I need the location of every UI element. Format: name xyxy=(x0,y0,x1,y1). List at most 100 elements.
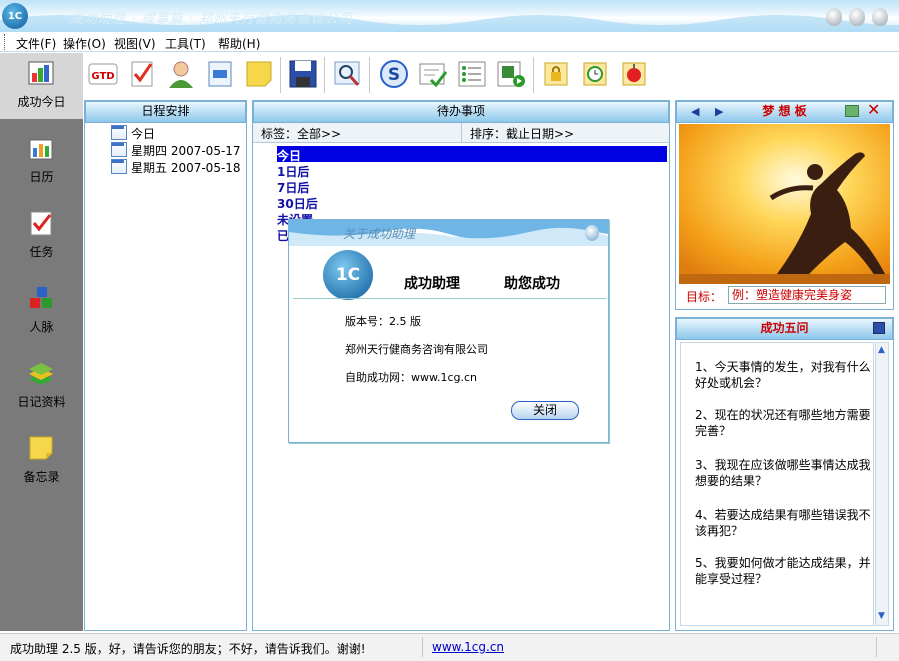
search-button[interactable] xyxy=(332,58,364,90)
questions-scrollbar[interactable]: ▲ ▼ xyxy=(875,342,889,626)
close-icon[interactable]: ✕ xyxy=(867,101,880,119)
about-dialog: 关于成功助理 1C 成功助理 助您成功 版本号：2.5 版 郑州天行健商务咨询有… xyxy=(288,219,609,443)
todo-filter-bar: 标签：全部>> 排序：截止日期>> xyxy=(253,123,669,143)
nav-label: 人脉 xyxy=(29,320,54,334)
checklist-icon xyxy=(30,211,52,236)
success-button[interactable]: S xyxy=(378,58,410,90)
minimize-button[interactable] xyxy=(826,8,842,26)
calendar-icon xyxy=(29,139,53,160)
alarm-button[interactable] xyxy=(618,58,650,90)
task-check-icon xyxy=(131,61,153,87)
scroll-down-icon[interactable]: ▼ xyxy=(878,611,885,621)
goal-input[interactable]: 例：塑造健康完美身姿 xyxy=(728,286,886,304)
sticky-note-icon xyxy=(29,436,53,460)
todo-item[interactable]: 7日后 xyxy=(277,179,309,196)
contact-button[interactable] xyxy=(165,58,197,90)
todo-header: 待办事项 xyxy=(253,101,669,123)
dialog-title: 关于成功助理 xyxy=(343,227,416,241)
task-button[interactable] xyxy=(126,58,158,90)
schedule-item[interactable]: 星期四 2007-05-17 xyxy=(111,142,241,158)
form-check-icon xyxy=(419,63,448,88)
calendar-page-icon xyxy=(111,142,127,157)
export-icon xyxy=(497,61,525,87)
clock-icon xyxy=(583,62,607,86)
website-text: 自助成功网：www.1cg.cn xyxy=(345,371,478,384)
note-button[interactable] xyxy=(243,58,275,90)
dialog-close-icon[interactable] xyxy=(585,225,599,241)
dream-board-header: 梦 想 板 ◀ ▶ ✕ xyxy=(676,101,893,123)
calendar-page-icon xyxy=(111,125,127,140)
gtd-icon: GTD xyxy=(88,63,118,85)
company-text: 郑州天行健商务咨询有限公司 xyxy=(345,343,488,356)
document-button[interactable] xyxy=(204,58,236,90)
person-icon xyxy=(169,61,193,88)
note-icon xyxy=(246,61,272,87)
save-icon[interactable] xyxy=(873,322,885,334)
schedule-header: 日程安排 xyxy=(85,101,246,123)
title-bar: 1C 成功助理 · 成事篇 · 郑州天行健商务咨询公司 xyxy=(0,0,899,32)
dream-board-panel: 梦 想 板 ◀ ▶ ✕ 目标： 例：塑造健康完美身姿 xyxy=(675,100,894,310)
svg-text:S: S xyxy=(388,65,400,85)
question-item: 1、今天事情的发生，对我有什么好处或机会？ xyxy=(695,360,871,390)
scroll-up-icon[interactable]: ▲ xyxy=(878,345,885,355)
todo-item[interactable]: 1日后 xyxy=(277,163,309,180)
search-icon xyxy=(334,61,360,86)
clock-button[interactable] xyxy=(579,58,611,90)
blocks-icon xyxy=(30,287,52,308)
dream-image xyxy=(679,124,890,284)
menu-help[interactable]: 帮助(H) xyxy=(218,35,260,52)
website-link[interactable]: www.1cg.cn xyxy=(432,640,504,654)
sort-filter[interactable]: 排序：截止日期>> xyxy=(470,125,574,142)
gtd-button[interactable]: GTD xyxy=(87,58,119,90)
next-arrow-icon[interactable]: ▶ xyxy=(715,103,723,121)
tag-filter[interactable]: 标签：全部>> xyxy=(261,125,341,142)
maximize-button[interactable] xyxy=(849,8,865,26)
nav-tasks[interactable]: 任务 xyxy=(0,203,83,273)
nav-calendar[interactable]: 日历 xyxy=(0,128,83,198)
todo-selection xyxy=(277,146,667,162)
five-questions-panel: 成功五问 1、今天事情的发生，对我有什么好处或机会？ 2、现在的状况还有哪些地方… xyxy=(675,317,894,631)
nav-memo[interactable]: 备忘录 xyxy=(0,428,83,498)
status-bar: 成功助理 2.5 版，好，请告诉您的朋友；不好，请告诉我们。谢谢! www.1c… xyxy=(0,633,899,661)
export-button[interactable] xyxy=(495,58,527,90)
question-item: 5、我要如何做才能达成结果，并能享受过程？ xyxy=(695,556,871,586)
nav-diary[interactable]: 日记资料 xyxy=(0,353,83,423)
save-icon xyxy=(289,60,317,88)
nav-contacts[interactable]: 人脉 xyxy=(0,278,83,348)
schedule-item-today[interactable]: 今日 xyxy=(111,125,155,141)
chart-board-icon xyxy=(28,61,54,85)
close-button[interactable]: 关闭 xyxy=(511,401,579,420)
list-icon xyxy=(458,61,486,87)
version-text: 版本号：2.5 版 xyxy=(345,315,421,328)
menu-bar: 文件(F) 操作(O) 视图(V) 工具(T) 帮助(H) xyxy=(0,32,899,52)
nav-label: 备忘录 xyxy=(23,470,60,484)
menu-view[interactable]: 视图(V) xyxy=(114,35,156,52)
menu-operate[interactable]: 操作(O) xyxy=(63,35,106,52)
close-window-button[interactable] xyxy=(872,8,888,26)
dialog-divider xyxy=(293,298,606,299)
previous-arrow-icon[interactable]: ◀ xyxy=(691,103,699,121)
nav-label: 任务 xyxy=(29,245,54,259)
nav-label: 日历 xyxy=(29,170,54,184)
toolbar: GTD S xyxy=(83,53,899,99)
document-icon xyxy=(208,61,232,87)
dialog-logo-icon: 1C xyxy=(323,250,373,300)
question-item: 4、若要达成结果有哪些错误我不该再犯？ xyxy=(695,508,871,538)
lock-button[interactable] xyxy=(540,58,572,90)
window-title: 成功助理 · 成事篇 · 郑州天行健商务咨询公司 xyxy=(70,12,353,27)
menu-tools[interactable]: 工具(T) xyxy=(165,35,206,52)
s-logo-icon: S xyxy=(380,60,408,88)
schedule-item[interactable]: 星期五 2007-05-18 xyxy=(111,159,241,175)
list-button[interactable] xyxy=(456,58,488,90)
nav-success-today[interactable]: 成功今日 xyxy=(0,53,83,123)
goal-label: 目标： xyxy=(686,290,723,304)
image-icon[interactable] xyxy=(845,105,859,117)
slogan-left: 成功助理 xyxy=(404,276,460,292)
todo-item[interactable]: 30日后 xyxy=(277,195,318,212)
form-button[interactable] xyxy=(417,58,449,90)
question-item: 3、我现在应该做哪些事情达成我想要的结果？ xyxy=(695,458,871,488)
nav-label: 成功今日 xyxy=(17,95,66,109)
todo-item[interactable]: 今日 xyxy=(277,147,301,164)
menu-file[interactable]: 文件(F) xyxy=(16,35,56,52)
save-button[interactable] xyxy=(287,58,319,90)
